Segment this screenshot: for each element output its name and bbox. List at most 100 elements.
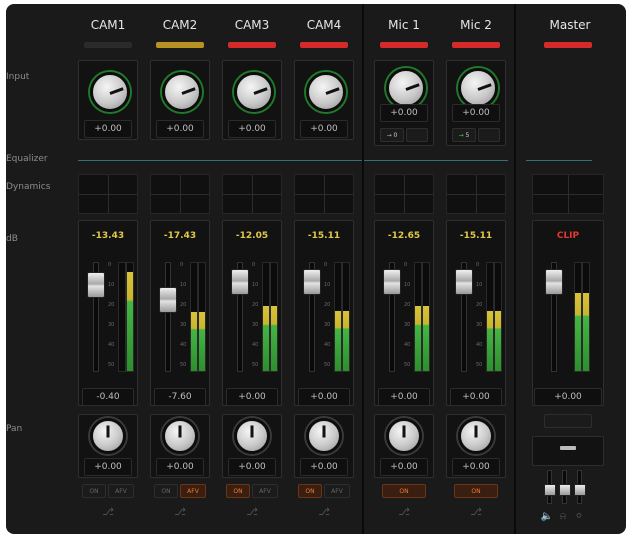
meter-scale-tick: 30 bbox=[180, 322, 187, 328]
afv-button[interactable]: AFV bbox=[180, 484, 206, 498]
delay-input[interactable] bbox=[406, 128, 428, 142]
meter-scale-tick: 40 bbox=[252, 342, 259, 348]
fader-handle[interactable] bbox=[231, 269, 249, 296]
headphones-icon[interactable]: ⍾ bbox=[556, 510, 570, 524]
gain-value[interactable]: +0.00 bbox=[300, 120, 348, 138]
delay-value[interactable]: → 5 bbox=[452, 128, 476, 142]
master-fader-handle[interactable] bbox=[545, 269, 563, 296]
dynamics-graph[interactable] bbox=[294, 174, 354, 214]
meter-fill bbox=[271, 306, 277, 371]
fader-value: +0.00 bbox=[226, 388, 278, 406]
on-button[interactable]: ON bbox=[454, 484, 498, 498]
headphones-icon[interactable]: ⎇ bbox=[101, 506, 115, 520]
monitor-level-slider[interactable] bbox=[560, 446, 576, 450]
knob-pointer bbox=[178, 425, 182, 438]
delay-value[interactable]: → 0 bbox=[380, 128, 404, 142]
master-meter-right bbox=[582, 262, 590, 372]
headphones-icon[interactable]: ⎇ bbox=[173, 506, 187, 520]
row-label-db: dB bbox=[6, 234, 18, 244]
headphones-level-handle[interactable] bbox=[559, 484, 571, 496]
headphones-icon[interactable]: ⎇ bbox=[397, 506, 411, 520]
pan-value[interactable]: +0.00 bbox=[452, 458, 500, 476]
mic-level-handle[interactable] bbox=[574, 484, 586, 496]
gain-knob[interactable] bbox=[162, 72, 202, 112]
knob-pointer bbox=[402, 425, 406, 438]
fader-handle[interactable] bbox=[159, 286, 177, 313]
channel-name: Mic 1 bbox=[388, 18, 420, 32]
peak-level: -15.11 bbox=[459, 231, 493, 241]
pan-knob[interactable] bbox=[386, 418, 422, 454]
knob-pointer bbox=[106, 425, 110, 438]
dynamics-graph[interactable] bbox=[150, 174, 210, 214]
meter-scale-tick: 50 bbox=[476, 362, 483, 368]
pan-value[interactable]: +0.00 bbox=[84, 458, 132, 476]
meter-scale-tick: 30 bbox=[404, 322, 411, 328]
pan-value[interactable]: +0.00 bbox=[300, 458, 348, 476]
row-label-input: Input bbox=[6, 72, 30, 82]
delay-input[interactable] bbox=[478, 128, 500, 142]
pan-value[interactable]: +0.00 bbox=[228, 458, 276, 476]
afv-button[interactable]: AFV bbox=[324, 484, 350, 498]
pan-knob[interactable] bbox=[306, 418, 342, 454]
level-meter-left bbox=[262, 262, 270, 372]
gain-value[interactable]: +0.00 bbox=[84, 120, 132, 138]
gain-value[interactable]: +0.00 bbox=[380, 104, 428, 122]
pan-knob[interactable] bbox=[90, 418, 126, 454]
on-button[interactable]: ON bbox=[226, 484, 250, 498]
fader-track[interactable] bbox=[165, 262, 171, 372]
on-button[interactable]: ON bbox=[154, 484, 178, 498]
gain-value[interactable]: +0.00 bbox=[452, 104, 500, 122]
level-meter-right bbox=[198, 262, 206, 372]
dynamics-graph[interactable] bbox=[446, 174, 506, 214]
gain-value[interactable]: +0.00 bbox=[228, 120, 276, 138]
master-strip: Master CLIP +0.00 🔈 ⍾ ⚪ bbox=[520, 4, 620, 534]
gain-knob[interactable] bbox=[458, 68, 498, 108]
meter-scale-tick: 0 bbox=[476, 262, 480, 268]
gain-knob[interactable] bbox=[90, 72, 130, 112]
speaker-icon[interactable]: 🔈 bbox=[540, 510, 554, 524]
speaker-level-handle[interactable] bbox=[544, 484, 556, 496]
pan-value[interactable]: +0.00 bbox=[156, 458, 204, 476]
afv-button[interactable]: AFV bbox=[252, 484, 278, 498]
headphones-icon[interactable]: ⎇ bbox=[469, 506, 483, 520]
meter-scale-tick: 50 bbox=[108, 362, 115, 368]
meter-fill bbox=[191, 311, 197, 371]
dynamics-graph[interactable] bbox=[374, 174, 434, 214]
on-button[interactable]: ON bbox=[298, 484, 322, 498]
afv-button[interactable]: AFV bbox=[108, 484, 134, 498]
mic-icon[interactable]: ⚪ bbox=[572, 510, 586, 524]
knob-pointer bbox=[325, 87, 340, 95]
fader-handle[interactable] bbox=[87, 271, 105, 298]
meter-scale-tick: 50 bbox=[180, 362, 187, 368]
pan-knob[interactable] bbox=[458, 418, 494, 454]
on-button[interactable]: ON bbox=[82, 484, 106, 498]
channel-name: CAM1 bbox=[90, 18, 126, 32]
fader-handle[interactable] bbox=[455, 269, 473, 296]
gain-knob[interactable] bbox=[234, 72, 274, 112]
meter-scale-tick: 20 bbox=[324, 302, 331, 308]
master-follow-video-button[interactable] bbox=[544, 414, 592, 428]
dynamics-graph[interactable] bbox=[78, 174, 138, 214]
headphones-icon[interactable]: ⎇ bbox=[245, 506, 259, 520]
pan-value[interactable]: +0.00 bbox=[380, 458, 428, 476]
pan-knob[interactable] bbox=[234, 418, 270, 454]
gain-knob[interactable] bbox=[306, 72, 346, 112]
master-fader-area bbox=[532, 220, 604, 406]
gain-value[interactable]: +0.00 bbox=[156, 120, 204, 138]
meter-scale-tick: 40 bbox=[324, 342, 331, 348]
meter-scale-tick: 0 bbox=[180, 262, 184, 268]
pan-knob[interactable] bbox=[162, 418, 198, 454]
row-label-dynamics: Dynamics bbox=[6, 182, 51, 192]
meter-scale-tick: 20 bbox=[252, 302, 259, 308]
fader-handle[interactable] bbox=[303, 269, 321, 296]
meter-fill bbox=[127, 271, 133, 371]
meter-fill bbox=[495, 310, 501, 371]
headphones-icon[interactable]: ⎇ bbox=[317, 506, 331, 520]
level-meter-right bbox=[342, 262, 350, 372]
master-peak-label: CLIP bbox=[556, 231, 580, 241]
meter-fill bbox=[335, 310, 341, 371]
gain-knob[interactable] bbox=[386, 68, 426, 108]
dynamics-graph[interactable] bbox=[222, 174, 282, 214]
on-button[interactable]: ON bbox=[382, 484, 426, 498]
fader-handle[interactable] bbox=[383, 269, 401, 296]
